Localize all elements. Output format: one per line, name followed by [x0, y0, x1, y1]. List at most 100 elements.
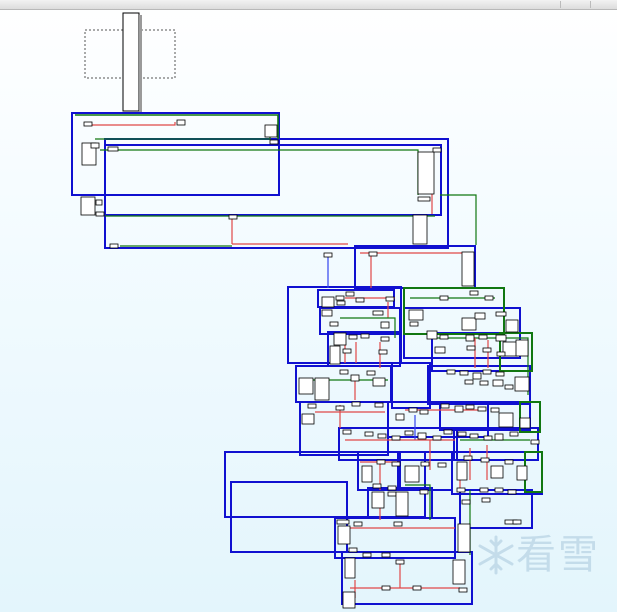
graph-node-74[interactable]: [307, 403, 317, 409]
graph-node-37[interactable]: [495, 311, 507, 317]
graph-node-70[interactable]: [479, 380, 489, 386]
graph-node-107[interactable]: [437, 462, 447, 468]
graph-node-64[interactable]: [459, 370, 469, 376]
graph-node-73[interactable]: [301, 413, 315, 425]
code-block-17[interactable]: [439, 401, 531, 431]
graph-node-1[interactable]: [83, 121, 93, 127]
graph-node-116[interactable]: [419, 489, 429, 495]
graph-node-9[interactable]: [432, 147, 442, 153]
graph-node-101[interactable]: [530, 439, 540, 445]
graph-node-15[interactable]: [412, 214, 428, 245]
graph-node-75[interactable]: [335, 405, 345, 411]
graph-node-141[interactable]: [458, 587, 468, 593]
graph-node-137[interactable]: [344, 557, 356, 579]
graph-node-21[interactable]: [335, 295, 345, 301]
graph-node-66[interactable]: [482, 369, 492, 375]
graph-node-79[interactable]: [408, 407, 418, 413]
graph-node-88[interactable]: [342, 429, 352, 435]
graph-node-92[interactable]: [404, 430, 414, 436]
graph-node-71[interactable]: [492, 379, 504, 387]
graph-node-34[interactable]: [409, 321, 419, 327]
graph-node-95[interactable]: [443, 429, 453, 435]
graph-node-119[interactable]: [494, 487, 504, 493]
graph-node-115[interactable]: [387, 485, 397, 491]
graph-node-105[interactable]: [404, 465, 420, 483]
graph-node-85[interactable]: [490, 407, 500, 413]
graph-node-99[interactable]: [494, 433, 504, 441]
graph-node-83[interactable]: [465, 404, 475, 410]
graph-node-19[interactable]: [461, 251, 475, 287]
graph-node-111[interactable]: [490, 465, 504, 479]
graph-node-12[interactable]: [417, 196, 431, 202]
graph-node-114[interactable]: [372, 483, 382, 489]
graph-node-96[interactable]: [457, 431, 467, 437]
graph-node-123[interactable]: [395, 491, 409, 517]
graph-node-112[interactable]: [504, 459, 514, 465]
graph-node-29[interactable]: [321, 309, 333, 317]
graph-node-109[interactable]: [463, 455, 473, 461]
graph-node-18[interactable]: [368, 251, 378, 257]
graph-node-61[interactable]: [366, 370, 376, 376]
graph-node-124[interactable]: [461, 499, 471, 505]
graph-node-28[interactable]: [355, 297, 365, 303]
graph-node-98[interactable]: [483, 435, 493, 441]
graph-node-91[interactable]: [391, 435, 401, 441]
graph-node-52[interactable]: [378, 349, 388, 355]
graph-node-118[interactable]: [479, 487, 489, 493]
graph-node-14[interactable]: [228, 214, 238, 220]
graph-node-135[interactable]: [381, 552, 391, 558]
graph-node-120[interactable]: [507, 489, 517, 495]
graph-node-35[interactable]: [461, 317, 477, 331]
graph-node-38[interactable]: [505, 319, 519, 333]
graph-node-67[interactable]: [495, 371, 505, 377]
graph-node-26[interactable]: [484, 295, 494, 301]
graph-node-68[interactable]: [514, 376, 530, 392]
graph-node-23[interactable]: [385, 296, 395, 302]
graph-node-133[interactable]: [348, 547, 358, 553]
graph-node-58[interactable]: [314, 377, 330, 401]
graph-node-20[interactable]: [321, 296, 335, 308]
graph-node-77[interactable]: [374, 402, 384, 408]
graph-node-39[interactable]: [333, 332, 347, 346]
graph-node-30[interactable]: [372, 310, 384, 316]
graph-node-76[interactable]: [351, 401, 361, 407]
graph-node-127[interactable]: [337, 525, 351, 545]
graph-node-43[interactable]: [426, 330, 438, 340]
graph-node-125[interactable]: [481, 497, 491, 503]
graph-node-49[interactable]: [515, 339, 529, 357]
graph-node-129[interactable]: [393, 521, 403, 527]
graph-canvas[interactable]: [0, 10, 617, 612]
graph-node-142[interactable]: [342, 591, 356, 609]
graph-node-25[interactable]: [469, 290, 479, 296]
graph-node-45[interactable]: [465, 334, 475, 342]
graph-node-60[interactable]: [350, 374, 360, 382]
graph-node-132[interactable]: [512, 519, 522, 525]
graph-node-59[interactable]: [339, 369, 349, 375]
graph-node-78[interactable]: [395, 413, 405, 421]
graph-node-51[interactable]: [342, 348, 352, 354]
graph-node-32[interactable]: [380, 321, 390, 329]
entry-node[interactable]: [122, 12, 140, 112]
graph-node-54[interactable]: [466, 345, 476, 351]
graph-node-2[interactable]: [176, 119, 186, 126]
code-block-28[interactable]: [341, 551, 473, 605]
graph-node-36[interactable]: [474, 312, 486, 320]
graph-node-103[interactable]: [376, 459, 386, 465]
graph-node-62[interactable]: [372, 377, 386, 387]
graph-node-33[interactable]: [408, 309, 424, 321]
graph-node-65[interactable]: [472, 372, 482, 380]
graph-node-53[interactable]: [434, 346, 446, 354]
graph-node-130[interactable]: [457, 523, 471, 553]
graph-node-104[interactable]: [391, 461, 401, 467]
graph-node-8[interactable]: [417, 151, 435, 195]
graph-node-102[interactable]: [361, 465, 373, 483]
graph-node-13[interactable]: [95, 211, 105, 217]
graph-node-31[interactable]: [329, 321, 339, 327]
graph-node-110[interactable]: [480, 457, 490, 463]
graph-node-69[interactable]: [464, 379, 474, 385]
graph-node-22[interactable]: [345, 291, 355, 297]
graph-node-121[interactable]: [371, 491, 385, 509]
graph-node-122[interactable]: [387, 491, 397, 497]
graph-node-117[interactable]: [456, 487, 466, 493]
graph-node-7[interactable]: [107, 146, 119, 152]
